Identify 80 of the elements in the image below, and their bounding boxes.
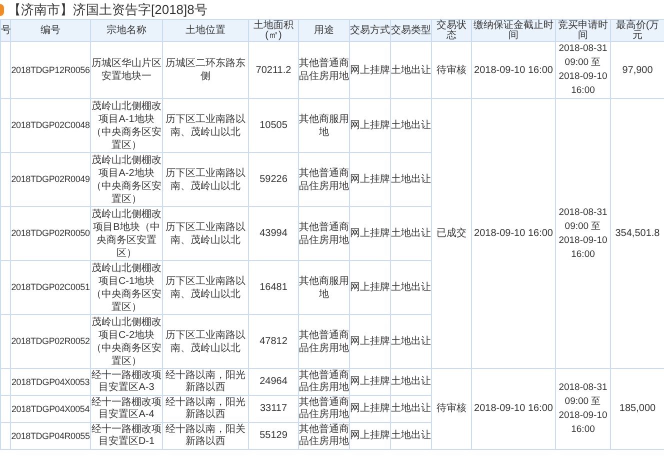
table-cell: 其他普通商品住房用地 (298, 422, 350, 450)
table-cell: 历下区工业南路以南、茂岭山以北 (162, 98, 248, 152)
table-cell: 其他普通商品住房用地 (298, 368, 350, 396)
table-cell: 其他普通商品住房用地 (298, 42, 350, 98)
table-cell: 2018-09-10 16:00 (472, 368, 556, 450)
column-header: 交易状态 (432, 20, 472, 42)
table-cell: 2018-08-31 09:00 至 2018-09-10 16:00 (556, 98, 610, 368)
table-cell: 经十一路棚改项目安置区A-4 (90, 396, 162, 422)
column-header: 缴纳保证金截止时间 (472, 20, 556, 42)
table-cell: 2018TDGP12R0056 (10, 42, 90, 98)
table-cell: 土地出让 (390, 98, 432, 152)
table-cell: 网上挂牌 (350, 368, 390, 396)
table-cell: 网上挂牌 (350, 260, 390, 314)
table-cell: 已成交 (432, 98, 472, 368)
table-cell: 土地出让 (390, 42, 432, 98)
table-cell: 茂岭山北侧棚改项目C-1地块（中央商务区安置区） (90, 260, 162, 314)
table-cell: 2018TDGP02R0050 (10, 206, 90, 260)
column-header: 土地面积(㎡) (248, 20, 298, 42)
table-cell: 其他商服用地 (298, 98, 350, 152)
table-cell: 历下区工业南路以南、茂岭山以北 (162, 260, 248, 314)
table-cell: 24964 (248, 368, 298, 396)
column-header: 土地位置 (162, 20, 248, 42)
table-cell: 经十路以南，阳光新路以西 (162, 368, 248, 396)
table-cell: 茂岭山北侧棚改项目C-2地块（中央商务区安置区） (90, 314, 162, 368)
page-title: 【济南市】济国土资告字[2018]8号 (8, 3, 208, 16)
table-cell: 其他商服用地 (298, 260, 350, 314)
table-cell: 历城区华山片区安置地块一 (90, 42, 162, 98)
table-cell: 55129 (248, 422, 298, 450)
table-cell: 历下区工业南路以南、茂岭山以北 (162, 206, 248, 260)
column-header: 用途 (298, 20, 350, 42)
table-cell: 网上挂牌 (350, 422, 390, 450)
table-cell: 70211.2 (248, 42, 298, 98)
table-cell: 2018TDGP04X0053 (10, 368, 90, 396)
table-cell: 2018-09-10 16:00 (472, 42, 556, 98)
table-cell: 33117 (248, 396, 298, 422)
table-cell: 网上挂牌 (350, 314, 390, 368)
table-cell: 历下区工业南路以南、茂岭山以北 (162, 314, 248, 368)
table-cell: 茂岭山北侧棚改项目A-1地块（中央商务区安置区） (90, 98, 162, 152)
table-cell: 历下区工业南路以南、茂岭山以北 (162, 152, 248, 206)
table-cell: 2018TDGP02C0051 (10, 260, 90, 314)
table-cell: 历城区二环东路东侧 (162, 42, 248, 98)
table-cell: 经十路以南，阳光新路以西 (162, 396, 248, 422)
column-header: 交易类型 (390, 20, 432, 42)
column-header: 宗地名称 (90, 20, 162, 42)
table-cell: 经十一路棚改项目安置区D-1 (90, 422, 162, 450)
table-cell: 10505 (248, 98, 298, 152)
table-cell: 43994 (248, 206, 298, 260)
table-cell: 网上挂牌 (350, 206, 390, 260)
table-cell: 网上挂牌 (350, 152, 390, 206)
table-cell: 网上挂牌 (350, 42, 390, 98)
table-cell: 47812 (248, 314, 298, 368)
table-cell: 其他普通商品住房用地 (298, 396, 350, 422)
column-header: 编号 (10, 20, 90, 42)
table-cell: 经十路以南，阳关新路以西 (162, 422, 248, 450)
column-header: 竞买申请时间 (556, 20, 610, 42)
table-cell: 网上挂牌 (350, 396, 390, 422)
table-cell: 2018TDGP02R0052 (10, 314, 90, 368)
table-cell: 茂岭山北侧棚改项目A-2地块（中央商务区安置区） (90, 152, 162, 206)
table-cell: 2018TDGP04X0054 (10, 396, 90, 422)
table-cell: 其他普通商品住房用地 (298, 314, 350, 368)
table-cell: 2018TDGP04R0055 (10, 422, 90, 450)
table-cell: 网上挂牌 (350, 98, 390, 152)
table-cell: 待审核 (432, 368, 472, 450)
table-cell: 茂岭山北侧棚改项目B地块（中央商务区安置区） (90, 206, 162, 260)
column-header: 号 (0, 20, 10, 42)
table-cell: 16481 (248, 260, 298, 314)
column-header: 最高价(万元 (610, 20, 664, 42)
table-cell: 2018TDGP02R0049 (10, 152, 90, 206)
column-header: 交易方式 (350, 20, 390, 42)
table-cell: 经十一路棚改项目安置区A-3 (90, 368, 162, 396)
table-cell: 土地出让 (390, 368, 432, 396)
table-cell: 2018-08-31 09:00 至 2018-09-10 16:00 (556, 368, 610, 450)
table-cell: 待审核 (432, 42, 472, 98)
table-cell: 2018-08-31 09:00 至 2018-09-10 16:00 (556, 42, 610, 98)
bullet-icon (0, 4, 4, 16)
table-cell: 59226 (248, 152, 298, 206)
table-cell: 2018-09-10 16:00 (472, 98, 556, 368)
table-cell: 2018TDGP02C0048 (10, 98, 90, 152)
table-cell: 其他普通商品住房用地 (298, 152, 350, 206)
table-cell: 其他普通商品住房用地 (298, 206, 350, 260)
